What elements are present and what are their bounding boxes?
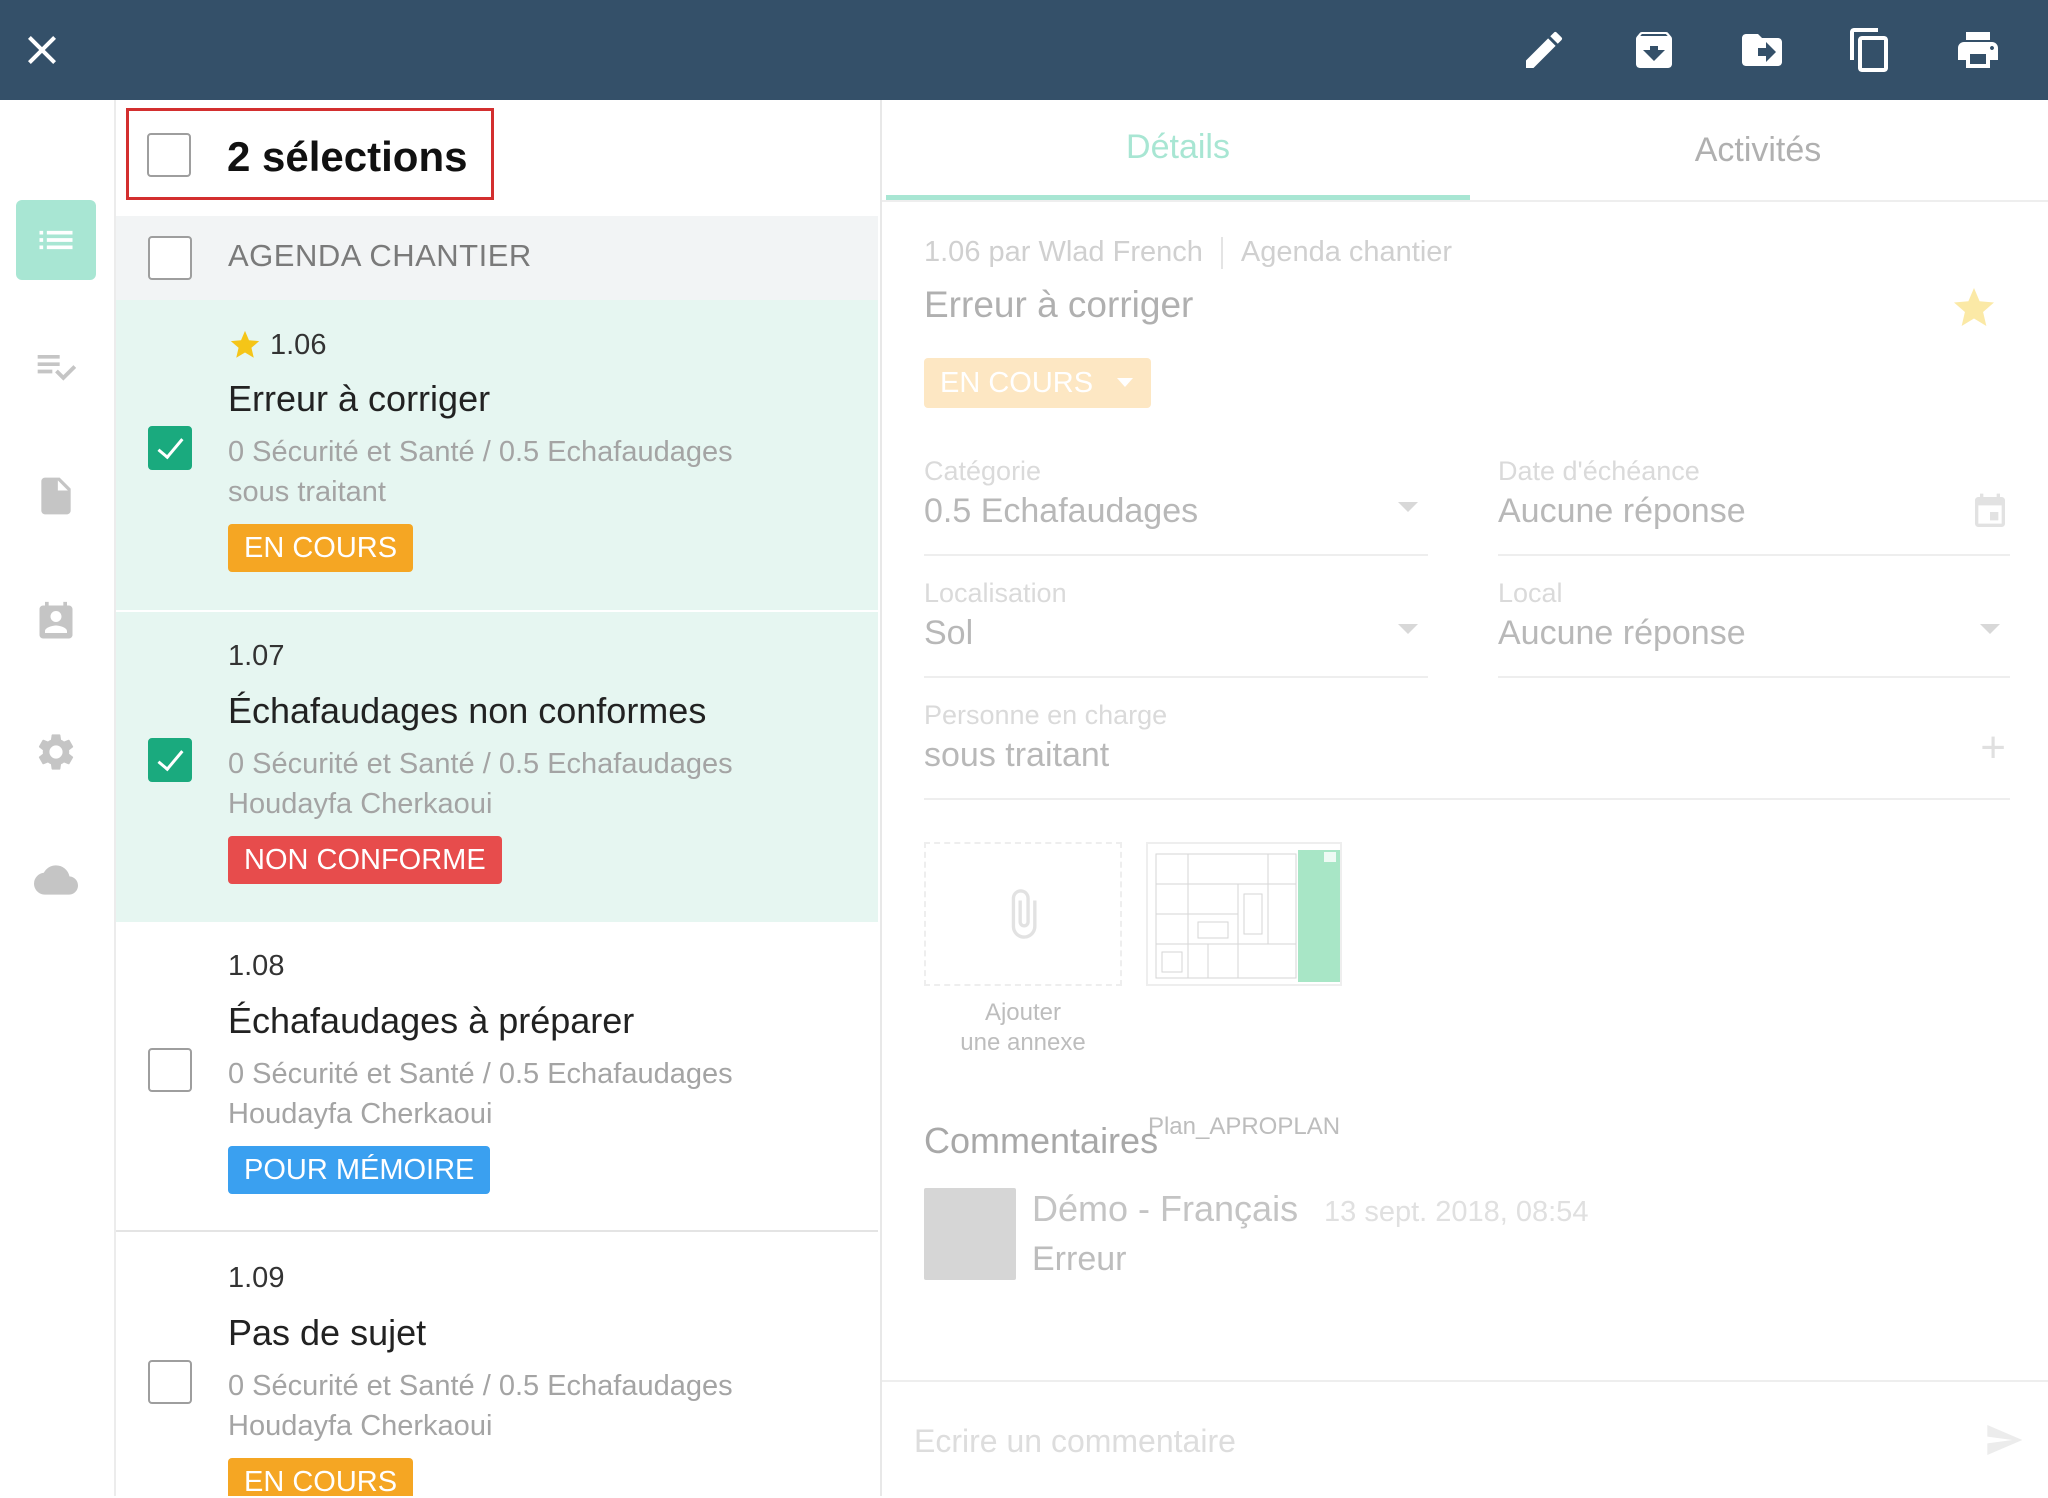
floor-plan-icon: [1148, 844, 1340, 984]
item-checkbox[interactable]: [148, 426, 192, 470]
field-label: Catégorie: [924, 456, 1042, 486]
send-icon[interactable]: [1982, 1420, 2026, 1460]
item-title: Échafaudages non conformes: [228, 690, 707, 731]
item-number: 1.08: [228, 950, 285, 982]
item-assignee: Houdayfa Cherkaoui: [228, 788, 493, 820]
item-assignee: Houdayfa Cherkaoui: [228, 1098, 493, 1130]
add-attachment-label: Ajouter une annexe: [960, 999, 1086, 1056]
edit-icon[interactable]: [1516, 22, 1572, 78]
status-badge: POUR MÉMOIRE: [228, 1146, 491, 1194]
top-toolbar: [0, 0, 2048, 100]
status-dropdown-label: EN COURS: [940, 367, 1094, 399]
move-icon[interactable]: [1734, 22, 1790, 78]
detail-tabs: Détails Activités: [882, 100, 2048, 202]
archive-icon[interactable]: [1626, 22, 1682, 78]
location-field[interactable]: Localisation Sol: [924, 578, 1428, 678]
item-checkbox[interactable]: [148, 1360, 192, 1404]
item-path: 0 Sécurité et Santé / 0.5 Echafaudages: [228, 1058, 733, 1090]
close-icon[interactable]: [14, 22, 70, 78]
calendar-icon[interactable]: [1970, 490, 2010, 534]
item-title: Échafaudages à préparer: [228, 1000, 635, 1041]
comments-title: Commentaires: [924, 1120, 1159, 1161]
list-item[interactable]: 1.08 Échafaudages à préparer 0 Sécurité …: [116, 922, 878, 1232]
status-badge: NON CONFORME: [228, 836, 502, 884]
avatar: [924, 1188, 1016, 1280]
selection-header: 2 sélections: [116, 100, 878, 216]
person-field[interactable]: Personne en charge sous traitant +: [924, 700, 2010, 800]
star-icon[interactable]: [1950, 284, 1998, 332]
status-dropdown[interactable]: EN COURS: [924, 358, 1152, 408]
item-number: 1.07: [228, 640, 285, 672]
detail-title: Erreur à corriger: [924, 284, 1194, 325]
list-item[interactable]: 1.09 Pas de sujet 0 Sécurité et Santé / …: [116, 1234, 878, 1496]
field-label: Localisation: [924, 578, 1067, 608]
field-value: 0.5 Echafaudages: [924, 492, 1199, 530]
comment-input[interactable]: [912, 1412, 1956, 1470]
chevron-down-icon: [1117, 378, 1134, 387]
paperclip-icon: [1011, 889, 1037, 939]
list-item[interactable]: 1.07 Échafaudages non conformes 0 Sécuri…: [116, 612, 878, 922]
detail-panel: Détails Activités 1.06 par Wlad French Ag…: [880, 100, 2048, 1496]
selection-highlight: 2 sélections: [126, 108, 494, 200]
item-path: 0 Sécurité et Santé / 0.5 Echafaudages: [228, 1370, 733, 1402]
group-title: AGENDA CHANTIER: [228, 238, 532, 273]
checklist-icon[interactable]: [16, 326, 96, 406]
tab-activities[interactable]: Activités: [1466, 100, 2048, 200]
comment-time: 13 sept. 2018, 08:54: [1324, 1196, 1589, 1228]
settings-icon[interactable]: [16, 712, 96, 792]
field-label: Personne en charge: [924, 700, 1168, 730]
field-value: Sol: [924, 614, 974, 652]
group-checkbox[interactable]: [148, 236, 192, 280]
comment-composer: [882, 1380, 2048, 1498]
item-assignee: Houdayfa Cherkaoui: [228, 1410, 493, 1442]
select-all-checkbox[interactable]: [147, 133, 191, 177]
item-path: 0 Sécurité et Santé / 0.5 Echafaudages: [228, 436, 733, 468]
item-number: 1.09: [228, 1262, 285, 1294]
item-number: 1.06: [228, 328, 326, 362]
selection-count: 2 sélections: [227, 133, 468, 180]
field-value: sous traitant: [924, 736, 1110, 774]
add-attachment-button[interactable]: [924, 842, 1122, 986]
contacts-icon[interactable]: [16, 582, 96, 662]
meta-group: Agenda chantier: [1240, 236, 1453, 268]
list-icon[interactable]: [16, 200, 96, 280]
comment-author: Démo - Français: [1032, 1188, 1299, 1229]
comment-text: Erreur: [1032, 1240, 1127, 1278]
status-badge: EN COURS: [228, 524, 414, 572]
field-value: Aucune réponse: [1498, 492, 1746, 530]
item-assignee: sous traitant: [228, 476, 386, 508]
cloud-icon[interactable]: [16, 840, 96, 920]
copy-icon[interactable]: [1842, 22, 1898, 78]
local-field[interactable]: Local Aucune réponse: [1498, 578, 2010, 678]
nav-rail: [0, 100, 116, 1496]
plan-label: Plan_APROPLAN: [1147, 1113, 1341, 1140]
category-field[interactable]: Catégorie 0.5 Echafaudages: [924, 456, 1428, 556]
item-checkbox[interactable]: [148, 1048, 192, 1092]
field-label: Date d'échéance: [1498, 456, 1700, 486]
item-title: Pas de sujet: [228, 1312, 427, 1353]
item-number-text: 1.06: [270, 328, 327, 361]
item-checkbox[interactable]: [148, 738, 192, 782]
star-icon: [230, 330, 260, 358]
document-icon[interactable]: [16, 456, 96, 536]
print-icon[interactable]: [1950, 22, 2006, 78]
group-header[interactable]: AGENDA CHANTIER: [116, 216, 878, 300]
chevron-down-icon: [1398, 502, 1418, 512]
tab-details[interactable]: Détails: [886, 100, 1470, 200]
chevron-down-icon: [1398, 624, 1418, 634]
meta-author: 1.06 par Wlad French: [924, 236, 1203, 268]
plan-thumbnail[interactable]: [1146, 842, 1342, 986]
list-item[interactable]: 1.06 Erreur à corriger 0 Sécurité et San…: [116, 300, 878, 610]
add-icon[interactable]: +: [1980, 726, 2006, 770]
item-title: Erreur à corriger: [228, 378, 491, 419]
item-path: 0 Sécurité et Santé / 0.5 Echafaudages: [228, 748, 733, 780]
detail-meta: 1.06 par Wlad French Agenda chantier: [924, 236, 1453, 270]
due-date-field[interactable]: Date d'échéance Aucune réponse: [1498, 456, 2010, 556]
issue-list: 2 sélections AGENDA CHANTIER 1.06 Erreur…: [116, 100, 878, 1496]
chevron-down-icon: [1980, 624, 2000, 634]
status-badge: EN COURS: [228, 1458, 414, 1496]
field-value: Aucune réponse: [1498, 614, 1746, 652]
field-label: Local: [1498, 578, 1563, 608]
